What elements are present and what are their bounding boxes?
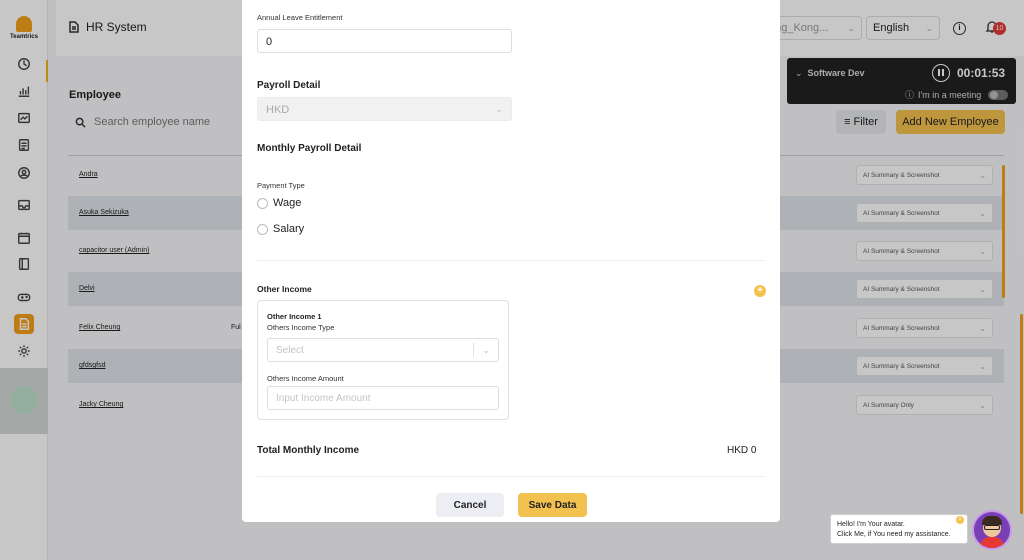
assistant-line-2: Click Me, if You need my assistance. bbox=[837, 531, 951, 538]
employee-edit-modal: Annual Leave Entitlement 0 Payroll Detai… bbox=[242, 0, 780, 522]
total-monthly-income-label: Total Monthly Income bbox=[257, 445, 360, 456]
section-divider bbox=[257, 260, 765, 261]
other-income-title: Other Income bbox=[257, 284, 312, 294]
total-monthly-income-value: HKD 0 bbox=[727, 445, 757, 456]
payment-type-label: Payment Type bbox=[257, 181, 305, 190]
close-icon[interactable]: × bbox=[956, 516, 964, 524]
other-income-card: Other Income 1 Others Income Type Select… bbox=[257, 300, 509, 420]
assistant-line-1: Hello! I'm Your avatar. bbox=[837, 521, 905, 528]
annual-leave-value: 0 bbox=[266, 36, 273, 48]
others-income-type-label: Others Income Type bbox=[267, 323, 335, 332]
assistant-bubble[interactable]: Hello! I'm Your avatar. Click Me, if You… bbox=[830, 514, 968, 544]
payment-type-salary[interactable]: Salary bbox=[257, 223, 304, 235]
monthly-payroll-title: Monthly Payroll Detail bbox=[257, 143, 362, 154]
payroll-detail-title: Payroll Detail bbox=[257, 80, 321, 91]
assistant-avatar[interactable] bbox=[972, 510, 1012, 550]
radio-button[interactable] bbox=[257, 223, 268, 235]
chevron-down-icon: ⌄ bbox=[495, 104, 503, 114]
payment-type-wage[interactable]: Wage bbox=[257, 197, 301, 209]
avatar-glasses bbox=[984, 525, 1000, 530]
avatar-body bbox=[980, 537, 1004, 548]
chevron-down-icon: ⌄ bbox=[482, 345, 490, 355]
cancel-button[interactable]: Cancel bbox=[436, 493, 504, 517]
section-divider bbox=[257, 476, 765, 477]
annual-leave-label: Annual Leave Entitlement bbox=[257, 13, 343, 22]
others-income-amount-placeholder: Input Income Amount bbox=[276, 393, 371, 404]
other-income-item-title: Other Income 1 bbox=[267, 312, 322, 321]
others-income-type-placeholder: Select bbox=[276, 345, 304, 356]
radio-button[interactable] bbox=[257, 197, 268, 209]
currency-value: HKD bbox=[266, 104, 290, 116]
avatar-hair bbox=[982, 516, 1002, 525]
currency-select: HKD ⌄ bbox=[257, 97, 512, 121]
annual-leave-input[interactable]: 0 bbox=[257, 29, 512, 53]
add-other-income-icon[interactable]: + bbox=[754, 285, 766, 297]
select-separator bbox=[473, 343, 474, 357]
others-income-amount-input[interactable]: Input Income Amount bbox=[267, 386, 499, 410]
others-income-type-select[interactable]: Select ⌄ bbox=[267, 338, 499, 362]
payment-type-option: Wage bbox=[273, 197, 302, 209]
save-data-button[interactable]: Save Data bbox=[518, 493, 587, 517]
payment-type-option: Salary bbox=[273, 223, 305, 235]
others-income-amount-label: Others Income Amount bbox=[267, 374, 344, 383]
